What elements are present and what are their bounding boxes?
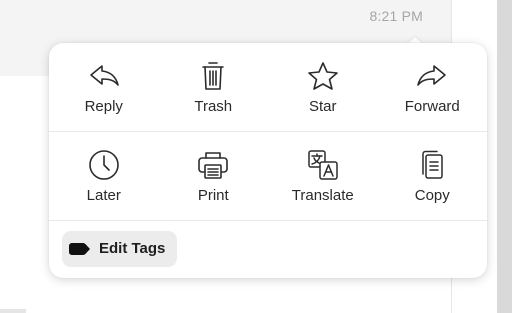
- actions-row-primary: Reply Trash Star Forward: [49, 43, 487, 131]
- later-label: Later: [86, 187, 121, 204]
- translate-icon: [306, 148, 340, 182]
- print-button[interactable]: Print: [159, 132, 269, 220]
- reply-icon: [87, 59, 121, 93]
- star-label: Star: [308, 98, 337, 115]
- forward-label: Forward: [404, 98, 460, 115]
- list-edge-mark: [0, 309, 26, 313]
- trash-button[interactable]: Trash: [159, 43, 269, 131]
- actions-row-secondary: Later Print Translate Copy: [49, 132, 487, 220]
- reply-label: Reply: [84, 98, 123, 115]
- printer-icon: [196, 148, 230, 182]
- forward-icon: [415, 59, 449, 93]
- later-button[interactable]: Later: [49, 132, 159, 220]
- row-divider: [49, 220, 487, 221]
- edit-tags-label: Edit Tags: [99, 240, 166, 257]
- forward-button[interactable]: Forward: [378, 43, 488, 131]
- edit-tags-button[interactable]: Edit Tags: [62, 231, 177, 267]
- trash-icon: [196, 59, 230, 93]
- star-icon: [306, 59, 340, 93]
- tag-icon: [68, 242, 92, 256]
- clock-icon: [87, 148, 121, 182]
- message-actions-popover: Reply Trash Star Forward Later Print Tra…: [49, 43, 487, 278]
- scrollbar[interactable]: [497, 0, 512, 313]
- copy-button[interactable]: Copy: [378, 132, 488, 220]
- copy-icon: [415, 148, 449, 182]
- reply-button[interactable]: Reply: [49, 43, 159, 131]
- print-label: Print: [197, 187, 229, 204]
- translate-label: Translate: [291, 187, 354, 204]
- copy-label: Copy: [414, 187, 450, 204]
- message-timestamp: 8:21 PM: [369, 8, 423, 24]
- star-button[interactable]: Star: [268, 43, 378, 131]
- translate-button[interactable]: Translate: [268, 132, 378, 220]
- trash-label: Trash: [194, 98, 233, 115]
